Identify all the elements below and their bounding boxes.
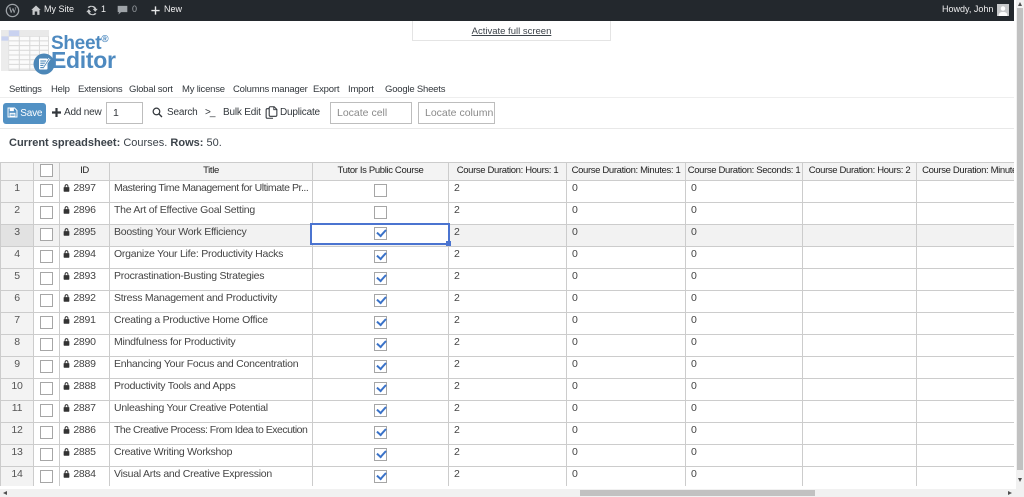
svg-text:W: W (8, 6, 16, 15)
